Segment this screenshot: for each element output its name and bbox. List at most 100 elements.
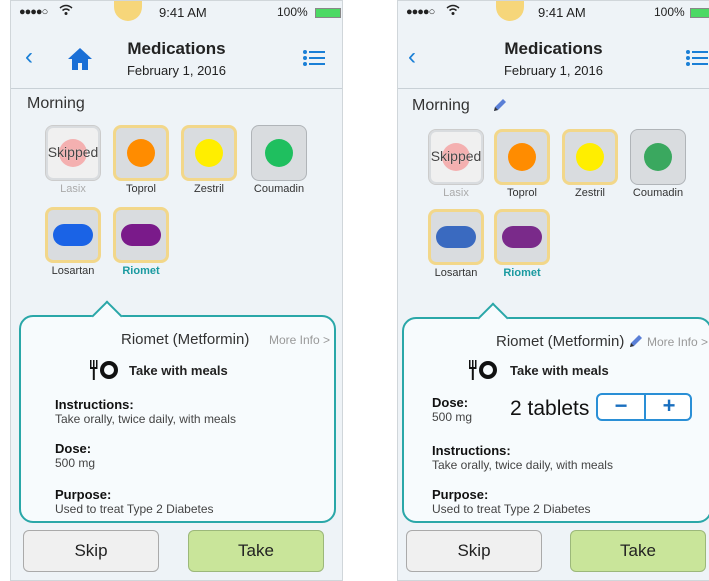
pill-icon — [436, 226, 476, 248]
meal-icon — [90, 360, 118, 380]
pill-icon — [502, 226, 542, 248]
dose-value: 500 mg — [432, 410, 473, 424]
detail-med-name: Riomet (Metformin) — [121, 331, 250, 348]
take-button[interactable]: Take — [570, 530, 706, 572]
battery-icon — [690, 8, 709, 18]
skip-button[interactable]: Skip — [406, 530, 542, 572]
list-icon[interactable] — [303, 49, 325, 67]
section-title: Morning — [27, 95, 85, 112]
status-bar: ●●●●○ 9:41 AM 100% — [398, 1, 709, 23]
pill-icon — [644, 143, 672, 171]
more-info-link[interactable]: More Info > — [647, 335, 708, 349]
med-detail-card: Riomet (Metformin) More Info > Take with… — [402, 302, 709, 523]
med-tile — [630, 129, 686, 185]
pill-icon — [576, 143, 604, 171]
med-tile — [113, 207, 169, 263]
increment-button[interactable]: + — [646, 395, 692, 419]
med-tile — [428, 209, 484, 265]
page-date: February 1, 2016 — [503, 63, 603, 78]
wifi-icon — [446, 4, 460, 15]
med-label: Riomet — [503, 267, 541, 279]
skipped-label: Skipped — [430, 148, 482, 164]
med-label: Losartan — [51, 265, 95, 277]
battery-percent: 100% — [277, 5, 308, 19]
dose-stepper: − + — [596, 393, 692, 421]
med-losartan[interactable]: Losartan — [45, 207, 101, 277]
wifi-icon — [59, 4, 73, 15]
section-title: Morning — [412, 97, 470, 114]
med-lasix[interactable]: Skipped Lasix — [428, 129, 484, 199]
purpose-value: Used to treat Type 2 Diabetes — [55, 502, 214, 516]
meal-icon — [469, 360, 497, 380]
pill-icon — [121, 224, 161, 246]
page-title: Medications — [127, 39, 226, 58]
instructions-label: Instructions: — [55, 397, 134, 412]
med-label: Coumadin — [253, 183, 305, 195]
med-coumadin[interactable]: Coumadin — [251, 125, 307, 195]
instructions-label: Instructions: — [432, 443, 511, 458]
med-zestril[interactable]: Zestril — [181, 125, 237, 195]
dose-quantity: 2 tablets — [510, 397, 590, 420]
med-riomet[interactable]: Riomet — [113, 207, 169, 277]
notch-decoration — [496, 1, 524, 21]
detail-med-name: Riomet (Metformin) — [496, 333, 625, 350]
med-toprol[interactable]: Toprol — [494, 129, 550, 199]
med-label: Riomet — [122, 265, 160, 277]
card-pointer — [91, 300, 123, 332]
purpose-label: Purpose: — [55, 487, 112, 502]
med-toprol[interactable]: Toprol — [113, 125, 169, 195]
phone-screen-redesign: ●●●●○ 9:41 AM 100% ‹ Medications Februar… — [397, 0, 709, 581]
dose-value: 500 mg — [55, 456, 96, 470]
skip-button[interactable]: Skip — [23, 530, 159, 572]
instructions-value: Take orally, twice daily, with meals — [432, 458, 613, 472]
med-label: Toprol — [126, 183, 156, 195]
signal-indicator: ●●●●○ — [19, 6, 48, 18]
med-label: Lasix — [443, 187, 469, 199]
edit-pencil-icon[interactable] — [628, 333, 644, 349]
list-icon[interactable] — [686, 49, 708, 67]
med-label: Losartan — [434, 267, 478, 279]
med-tile — [494, 129, 550, 185]
meal-note: Take with meals — [510, 363, 609, 378]
med-tile — [113, 125, 169, 181]
instructions-value: Take orally, twice daily, with meals — [55, 412, 236, 426]
dose-label: Dose: — [55, 441, 92, 456]
signal-indicator: ●●●●○ — [406, 6, 435, 18]
take-button[interactable]: Take — [188, 530, 324, 572]
med-zestril[interactable]: Zestril — [562, 129, 618, 199]
med-riomet[interactable]: Riomet — [494, 209, 550, 279]
clock: 9:41 AM — [159, 5, 207, 20]
meal-note: Take with meals — [129, 363, 228, 378]
med-tile — [251, 125, 307, 181]
pill-icon — [508, 143, 536, 171]
page-title: Medications — [504, 39, 603, 58]
purpose-value: Used to treat Type 2 Diabetes — [432, 502, 591, 516]
med-lasix[interactable]: Skipped Lasix — [45, 125, 101, 195]
med-tile — [562, 129, 618, 185]
med-tile: Skipped — [428, 129, 484, 185]
med-losartan[interactable]: Losartan — [428, 209, 484, 279]
phone-screen-original: ●●●●○ 9:41 AM 100% ‹ Medications Februar… — [10, 0, 343, 581]
nav-bar: ‹ Medications February 1, 2016 — [398, 23, 709, 89]
med-tile: Skipped — [45, 125, 101, 181]
pill-icon — [127, 139, 155, 167]
clock: 9:41 AM — [538, 5, 586, 20]
pill-icon — [195, 139, 223, 167]
card-pointer — [477, 302, 509, 334]
edit-pencil-icon[interactable] — [492, 97, 508, 113]
battery-percent: 100% — [654, 5, 685, 19]
notch-decoration — [114, 1, 142, 21]
dose-label: Dose: — [432, 395, 469, 410]
med-detail-card: Riomet (Metformin) More Info > Take with… — [19, 300, 336, 523]
pill-icon — [53, 224, 93, 246]
med-label: Toprol — [507, 187, 537, 199]
skipped-label: Skipped — [47, 144, 99, 160]
med-label: Coumadin — [632, 187, 684, 199]
decrement-button[interactable]: − — [598, 395, 644, 419]
pill-icon — [265, 139, 293, 167]
med-tile — [45, 207, 101, 263]
med-coumadin[interactable]: Coumadin — [630, 129, 686, 199]
more-info-link[interactable]: More Info > — [269, 333, 330, 347]
med-label: Lasix — [60, 183, 86, 195]
battery-icon — [315, 8, 341, 18]
